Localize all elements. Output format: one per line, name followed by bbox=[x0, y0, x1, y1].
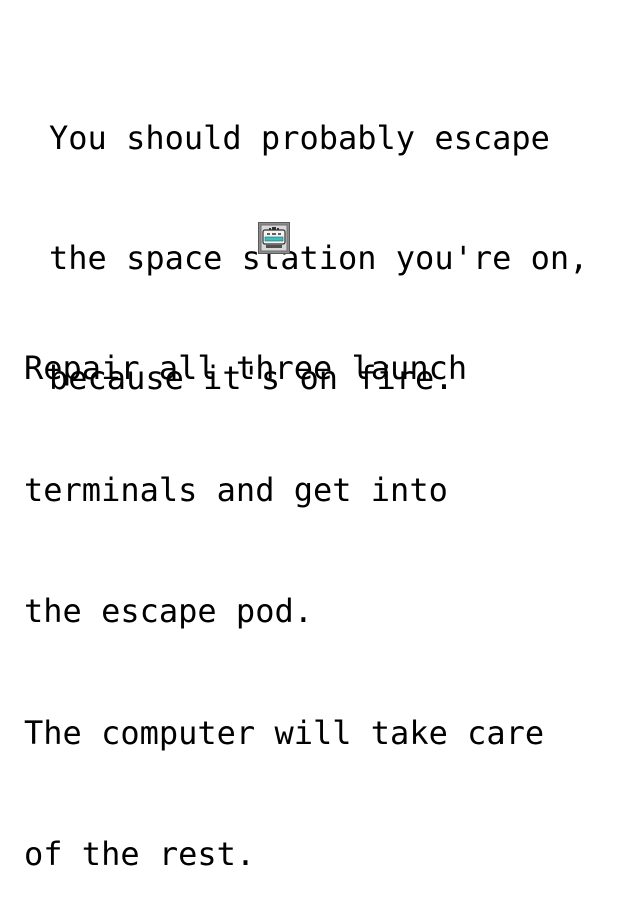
instructions-line-1: Repair all three launch bbox=[24, 349, 468, 387]
instructions-line-5: of the rest. bbox=[24, 835, 256, 873]
intro-line-1: You should probably escape bbox=[49, 119, 550, 157]
instructions-line-2: terminals and get into bbox=[24, 470, 448, 509]
instructions-line-3: the escape pod. bbox=[24, 592, 313, 630]
instructions-line-4: The computer will take care bbox=[24, 713, 545, 752]
escape-pod-icon bbox=[258, 222, 290, 254]
instructions-message: Repair all three launch terminals and ge… bbox=[24, 267, 634, 915]
